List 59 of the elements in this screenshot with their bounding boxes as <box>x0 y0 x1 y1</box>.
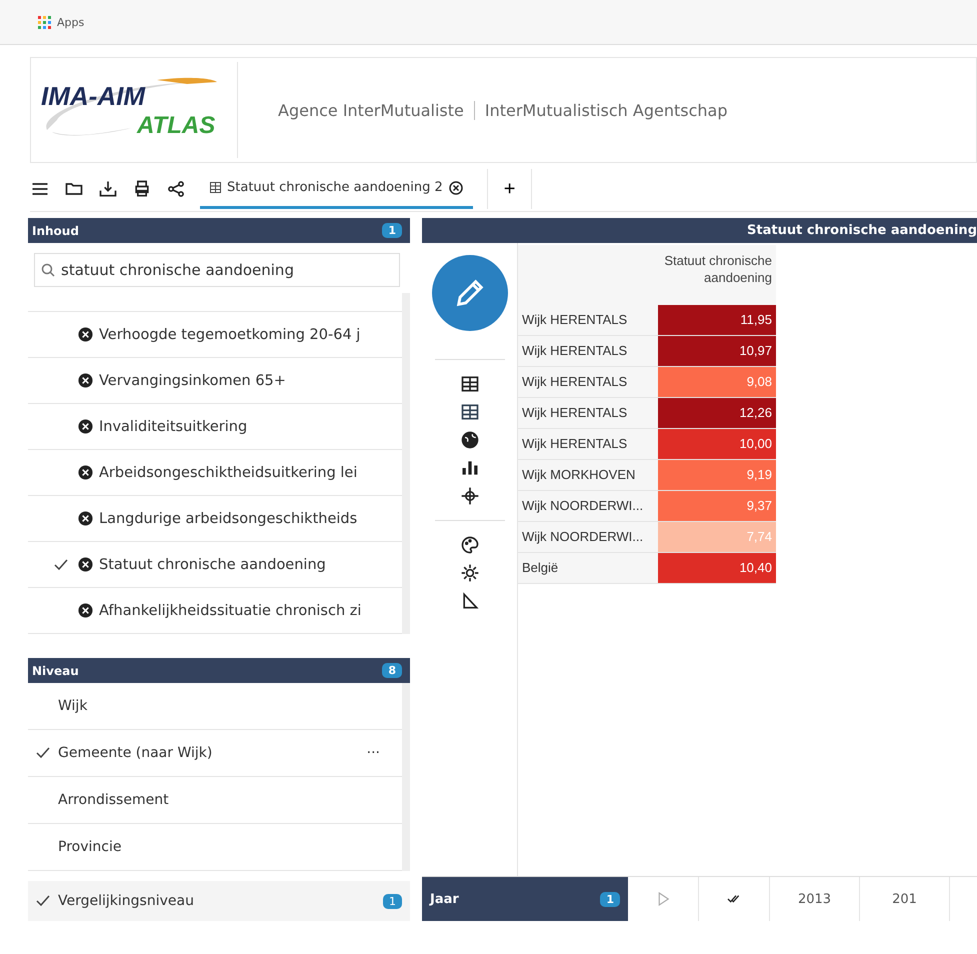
search-box[interactable]: statuut chronische aandoening <box>34 253 400 287</box>
count-badge: 1 <box>382 223 402 238</box>
content-list-item[interactable]: Afhankelijkheidssituatie chronisch zi <box>28 588 402 634</box>
organization-name: InterMutualistisch Agentschap <box>484 100 728 120</box>
comparison-label: Vergelijkingsniveau <box>58 893 194 909</box>
panel-title: Inhoud <box>32 224 79 238</box>
year-button[interactable]: 201 <box>860 877 950 921</box>
value-cell: 11,95 <box>658 304 776 336</box>
content-list-item[interactable]: Vervangingsinkomen 65+ <box>28 358 402 404</box>
year-button[interactable]: 2013 <box>770 877 860 921</box>
indicator-badge-icon <box>78 603 93 618</box>
table-icon[interactable] <box>460 374 480 394</box>
level-list-item[interactable]: Provincie <box>28 824 402 871</box>
level-list-item[interactable]: Arrondissement <box>28 777 402 824</box>
level-list-item[interactable]: Wijk <box>28 683 402 730</box>
crosshair-icon[interactable] <box>460 486 480 506</box>
indicator-badge-icon <box>78 557 93 572</box>
indicator-badge-icon <box>78 373 93 388</box>
more-options-button[interactable]: ··· <box>366 745 380 761</box>
value-cell: 10,97 <box>658 335 776 366</box>
comparison-level-row[interactable]: Vergelijkingsniveau 1 <box>28 881 410 921</box>
logo-subtext: ATLAS <box>137 112 216 140</box>
indicator-badge-icon <box>78 465 93 480</box>
count-badge: 8 <box>382 663 402 678</box>
table-icon[interactable] <box>460 402 480 422</box>
apps-label[interactable]: Apps <box>57 16 84 28</box>
level-list-item[interactable]: Gemeente (naar Wijk) ··· <box>28 730 402 777</box>
download-tray-icon[interactable] <box>98 179 118 199</box>
value-cell: 9,19 <box>658 459 776 490</box>
value-cell: 12,26 <box>658 397 776 428</box>
organization-name: Agence InterMutualiste <box>278 100 464 120</box>
indicator-badge-icon <box>78 511 93 526</box>
content-list-item[interactable]: Verhoogde tegemoetkoming 20-64 j <box>28 312 402 358</box>
search-icon <box>41 263 55 277</box>
table-icon <box>210 182 221 193</box>
value-cell: 10,40 <box>658 552 776 584</box>
panel-title: Jaar <box>430 892 459 906</box>
document-tab[interactable]: Statuut chronische aandoening 2 <box>200 169 473 209</box>
logo-text: IMA-AIM <box>41 80 146 112</box>
value-cell: 9,08 <box>658 366 776 398</box>
panel-title: Statuut chronische aandoening <box>747 223 977 238</box>
palette-icon[interactable] <box>460 535 480 555</box>
indicator-badge-icon <box>78 419 93 434</box>
count-badge: 1 <box>600 892 620 906</box>
value-cell: 9,37 <box>658 490 776 522</box>
value-cell: 7,74 <box>658 521 776 552</box>
content-list-item[interactable]: Invaliditeitsuitkering <box>28 404 402 450</box>
close-icon[interactable] <box>448 180 463 194</box>
content-list-item[interactable]: Langdurige arbeidsongeschiktheids <box>28 496 402 542</box>
content-list-item[interactable]: Arbeidsongeschiktheidsuitkering lei <box>28 450 402 496</box>
content-list-item[interactable]: Statuut chronische aandoening <box>28 542 402 588</box>
indicator-badge-icon <box>78 327 93 342</box>
count-badge: 1 <box>383 894 402 908</box>
share-icon[interactable] <box>166 179 186 199</box>
value-cell: 10,00 <box>658 428 776 460</box>
panel-title: Niveau <box>32 664 79 678</box>
apps-grid-icon[interactable] <box>38 16 51 28</box>
column-header: Statuut chronische aandoening <box>658 245 776 305</box>
add-tab-button[interactable]: + <box>486 169 532 209</box>
